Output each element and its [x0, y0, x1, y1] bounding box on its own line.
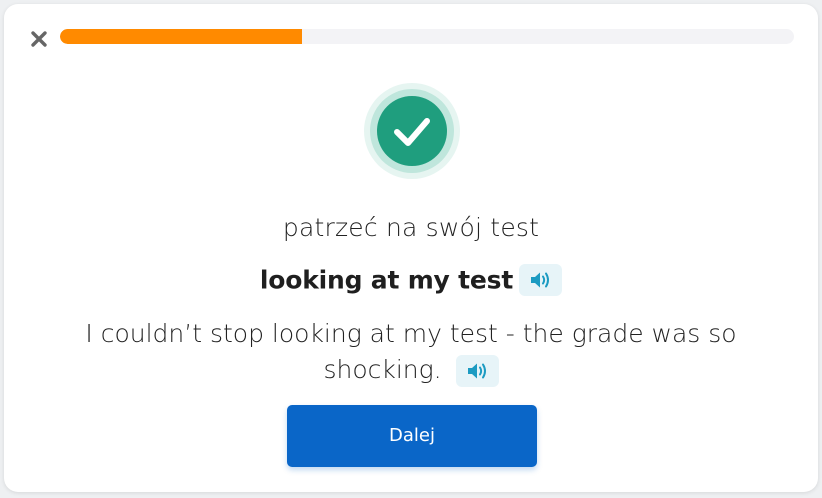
answer-text: looking at my test [259, 265, 514, 295]
check-circle-icon [364, 83, 460, 179]
exercise-card: patrzeć na swój test looking at my test … [4, 4, 818, 492]
example-sentence: I couldn’t stop looking at my test - the… [64, 316, 758, 388]
next-button[interactable]: Dalej [287, 405, 537, 467]
speaker-icon [531, 272, 550, 288]
sentence-audio-button[interactable] [455, 355, 499, 387]
close-button[interactable] [28, 28, 50, 50]
speaker-icon [467, 363, 486, 379]
example-sentence-text: I couldn’t stop looking at my test - the… [85, 319, 737, 384]
answer-line: looking at my test [4, 264, 818, 296]
prompt-text: patrzeć na swój test [282, 213, 540, 242]
progress-bar [60, 29, 794, 44]
success-indicator [364, 83, 460, 179]
close-icon [31, 31, 47, 47]
progress-fill [60, 29, 303, 44]
answer-audio-button[interactable] [519, 264, 563, 296]
